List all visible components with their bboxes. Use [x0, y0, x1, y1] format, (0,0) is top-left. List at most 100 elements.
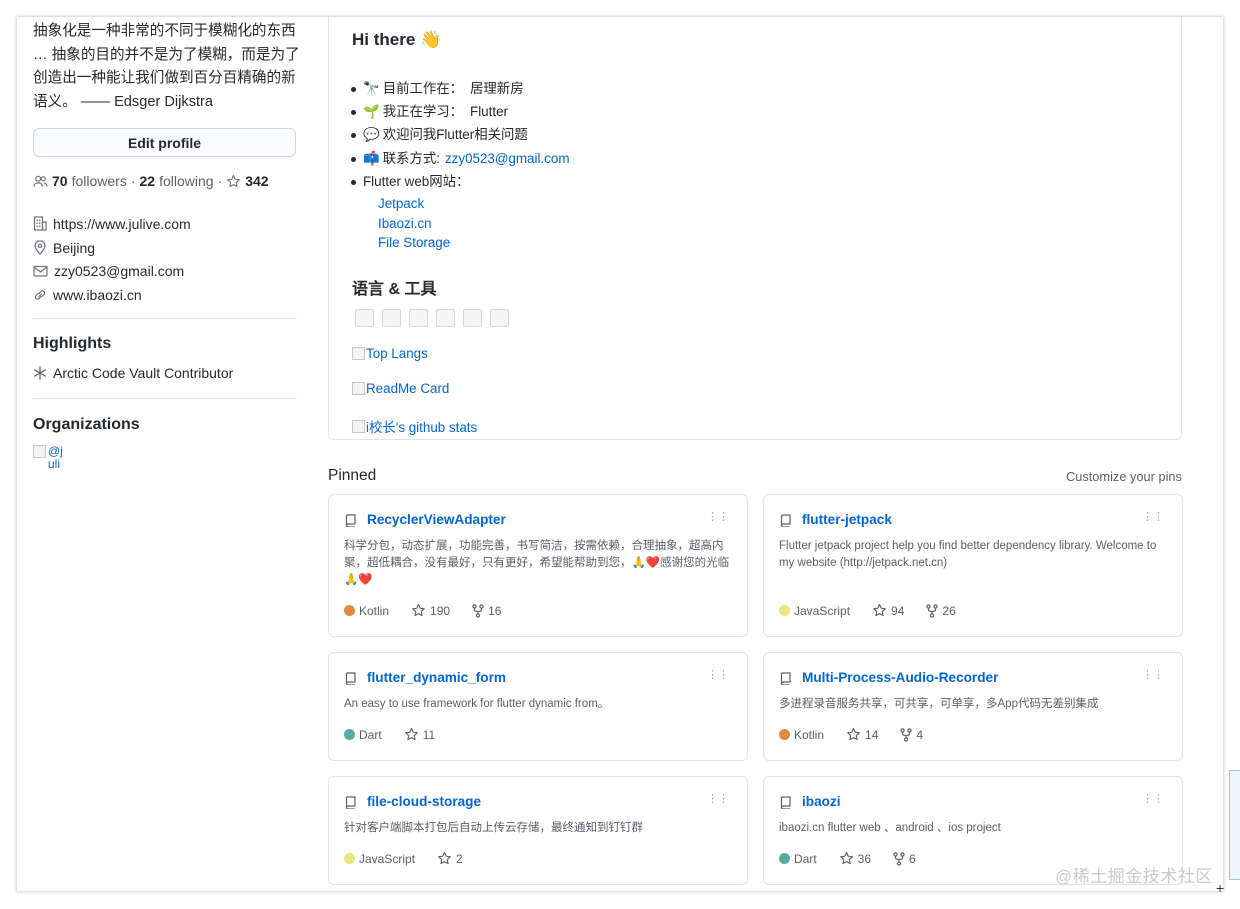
- github-stats-image-link[interactable]: i校长's github stats: [352, 416, 477, 436]
- repo-name-link[interactable]: flutter-jetpack: [802, 512, 892, 527]
- broken-image-icon: [409, 309, 428, 327]
- profile-details: https://www.julive.com Beijing zzy0523@g…: [33, 212, 191, 307]
- language-color-dot: [344, 729, 355, 740]
- fork-icon[interactable]: [893, 851, 905, 866]
- ibaozi-link[interactable]: Ibaozi.cn: [378, 216, 432, 231]
- language-color-dot: [779, 605, 790, 616]
- arctic-snowflake-icon: [33, 366, 47, 380]
- edit-profile-button[interactable]: Edit profile: [33, 128, 296, 157]
- broken-image-icon: [33, 445, 46, 458]
- organizations-heading: Organizations: [33, 416, 140, 433]
- repo-forks[interactable]: 16: [488, 604, 501, 618]
- repo-icon: [345, 514, 356, 527]
- link-icon: [33, 288, 47, 302]
- list-item-label: 我正在学习：: [382, 104, 464, 120]
- telescope-icon: 🔭: [363, 81, 380, 96]
- repo-name-link[interactable]: Multi-Process-Audio-Recorder: [802, 670, 998, 685]
- blog-row[interactable]: www.ibaozi.cn: [33, 283, 191, 307]
- email-link[interactable]: zzy0523@gmail.com: [54, 263, 184, 279]
- star-icon[interactable]: [437, 851, 452, 866]
- organization-avatar[interactable]: @juli: [33, 445, 65, 477]
- pinned-repo-card[interactable]: file-cloud-storage ⋮⋮ 针对客户端脚本打包后自动上传云存储，…: [328, 776, 748, 885]
- fork-icon[interactable]: [472, 603, 484, 618]
- repo-forks[interactable]: 6: [909, 852, 916, 866]
- repo-forks[interactable]: 4: [916, 728, 923, 742]
- star-icon[interactable]: [404, 727, 419, 742]
- readme-card-alt[interactable]: ReadMe Card: [366, 381, 449, 396]
- website-row[interactable]: https://www.julive.com: [33, 212, 191, 236]
- repo-stars[interactable]: 190: [430, 604, 450, 618]
- repo-name-link[interactable]: ibaozi: [802, 794, 841, 809]
- list-item-value: Flutter: [470, 104, 508, 120]
- speech-bubble-icon: 💬: [363, 127, 380, 143]
- list-item: 💬 欢迎问我Flutter相关问题: [350, 123, 569, 146]
- blog-link[interactable]: www.ibaozi.cn: [53, 287, 142, 303]
- repo-description: An easy to use framework for flutter dyn…: [344, 698, 610, 710]
- scrollbar-fragment[interactable]: [1229, 770, 1240, 880]
- follow-stats: 70 followers · 22 following · 342: [33, 173, 269, 189]
- repo-meta: JavaScript 2: [344, 851, 463, 866]
- divider: [33, 398, 297, 399]
- followers-count[interactable]: 70: [52, 173, 68, 189]
- broken-image-icon: [352, 382, 365, 395]
- fork-icon[interactable]: [926, 603, 939, 618]
- drag-handle-icon[interactable]: ⋮⋮: [707, 670, 729, 681]
- repo-meta: Dart 11: [344, 727, 435, 742]
- jetpack-link[interactable]: Jetpack: [378, 196, 424, 211]
- followers-link[interactable]: followers: [72, 173, 127, 189]
- separator: ·: [130, 173, 136, 189]
- repo-meta: Dart 36 6: [779, 851, 916, 866]
- drag-handle-icon[interactable]: ⋮⋮: [1142, 794, 1164, 805]
- file-storage-link[interactable]: File Storage: [378, 235, 450, 250]
- pinned-repo-card[interactable]: Multi-Process-Audio-Recorder ⋮⋮ 多进程录音服务共…: [763, 652, 1183, 761]
- repo-stars[interactable]: 36: [858, 852, 871, 866]
- pinned-repo-card[interactable]: flutter_dynamic_form ⋮⋮ An easy to use f…: [328, 652, 748, 761]
- drag-handle-icon[interactable]: ⋮⋮: [1142, 512, 1164, 523]
- repo-stars[interactable]: 11: [423, 728, 435, 742]
- contact-email-link[interactable]: zzy0523@gmail.com: [445, 147, 570, 170]
- repo-stars[interactable]: 2: [456, 852, 463, 866]
- list-item: 🌱 我正在学习： Flutter: [350, 100, 569, 123]
- github-stats-alt[interactable]: i校长's github stats: [366, 416, 477, 436]
- repo-name-link[interactable]: file-cloud-storage: [367, 794, 481, 809]
- repo-stars[interactable]: 14: [865, 728, 878, 742]
- pinned-repo-card[interactable]: RecyclerViewAdapter ⋮⋮ 科学分包，动态扩展，功能完善，书写…: [328, 494, 748, 637]
- top-langs-image-link[interactable]: Top Langs: [352, 346, 428, 361]
- star-icon[interactable]: [846, 727, 861, 742]
- pinned-heading: Pinned: [328, 467, 377, 484]
- readme-list: 🔭 目前工作在： 居理新房 🌱 我正在学习： Flutter 💬 欢迎问我Flu…: [350, 77, 570, 193]
- top-langs-alt[interactable]: Top Langs: [366, 346, 428, 361]
- email-row[interactable]: zzy0523@gmail.com: [33, 259, 191, 283]
- location-row: Beijing: [33, 236, 191, 260]
- following-count[interactable]: 22: [140, 173, 156, 189]
- repo-name-link[interactable]: RecyclerViewAdapter: [367, 512, 506, 527]
- fork-icon[interactable]: [900, 727, 913, 742]
- drag-handle-icon[interactable]: ⋮⋮: [707, 512, 729, 523]
- pinned-repo-card[interactable]: flutter-jetpack ⋮⋮ Flutter jetpack proje…: [763, 494, 1183, 637]
- mailbox-icon: 📫: [363, 150, 380, 166]
- tool-badges: [355, 309, 509, 327]
- customize-pins-link[interactable]: Customize your pins: [1066, 469, 1182, 484]
- drag-handle-icon[interactable]: ⋮⋮: [1142, 670, 1164, 681]
- readme-card-image-link[interactable]: ReadMe Card: [352, 381, 449, 396]
- star-icon[interactable]: [872, 603, 887, 618]
- repo-stars[interactable]: 94: [891, 604, 904, 618]
- readme-greeting: Hi there 👋: [352, 30, 442, 49]
- stars-count[interactable]: 342: [245, 173, 268, 189]
- star-icon[interactable]: [839, 851, 854, 866]
- repo-icon: [345, 672, 356, 685]
- profile-readme: Hi there 👋 🔭 目前工作在： 居理新房 🌱 我正在学习： Flutte…: [328, 17, 1182, 440]
- star-icon[interactable]: [411, 603, 426, 618]
- language-color-dot: [779, 853, 790, 864]
- company-website[interactable]: https://www.julive.com: [53, 216, 191, 232]
- list-item: Flutter web网站：: [350, 170, 569, 193]
- drag-handle-icon[interactable]: ⋮⋮: [707, 794, 729, 805]
- highlights-heading: Highlights: [33, 335, 112, 352]
- repo-name-link[interactable]: flutter_dynamic_form: [367, 670, 506, 685]
- following-link[interactable]: following: [159, 173, 213, 189]
- highlight-item[interactable]: Arctic Code Vault Contributor: [33, 365, 233, 381]
- repo-forks[interactable]: 26: [942, 604, 955, 618]
- location-pin-icon: [33, 240, 47, 255]
- language-color-dot: [344, 853, 355, 864]
- list-item-label: 欢迎问我Flutter相关问题: [382, 127, 528, 143]
